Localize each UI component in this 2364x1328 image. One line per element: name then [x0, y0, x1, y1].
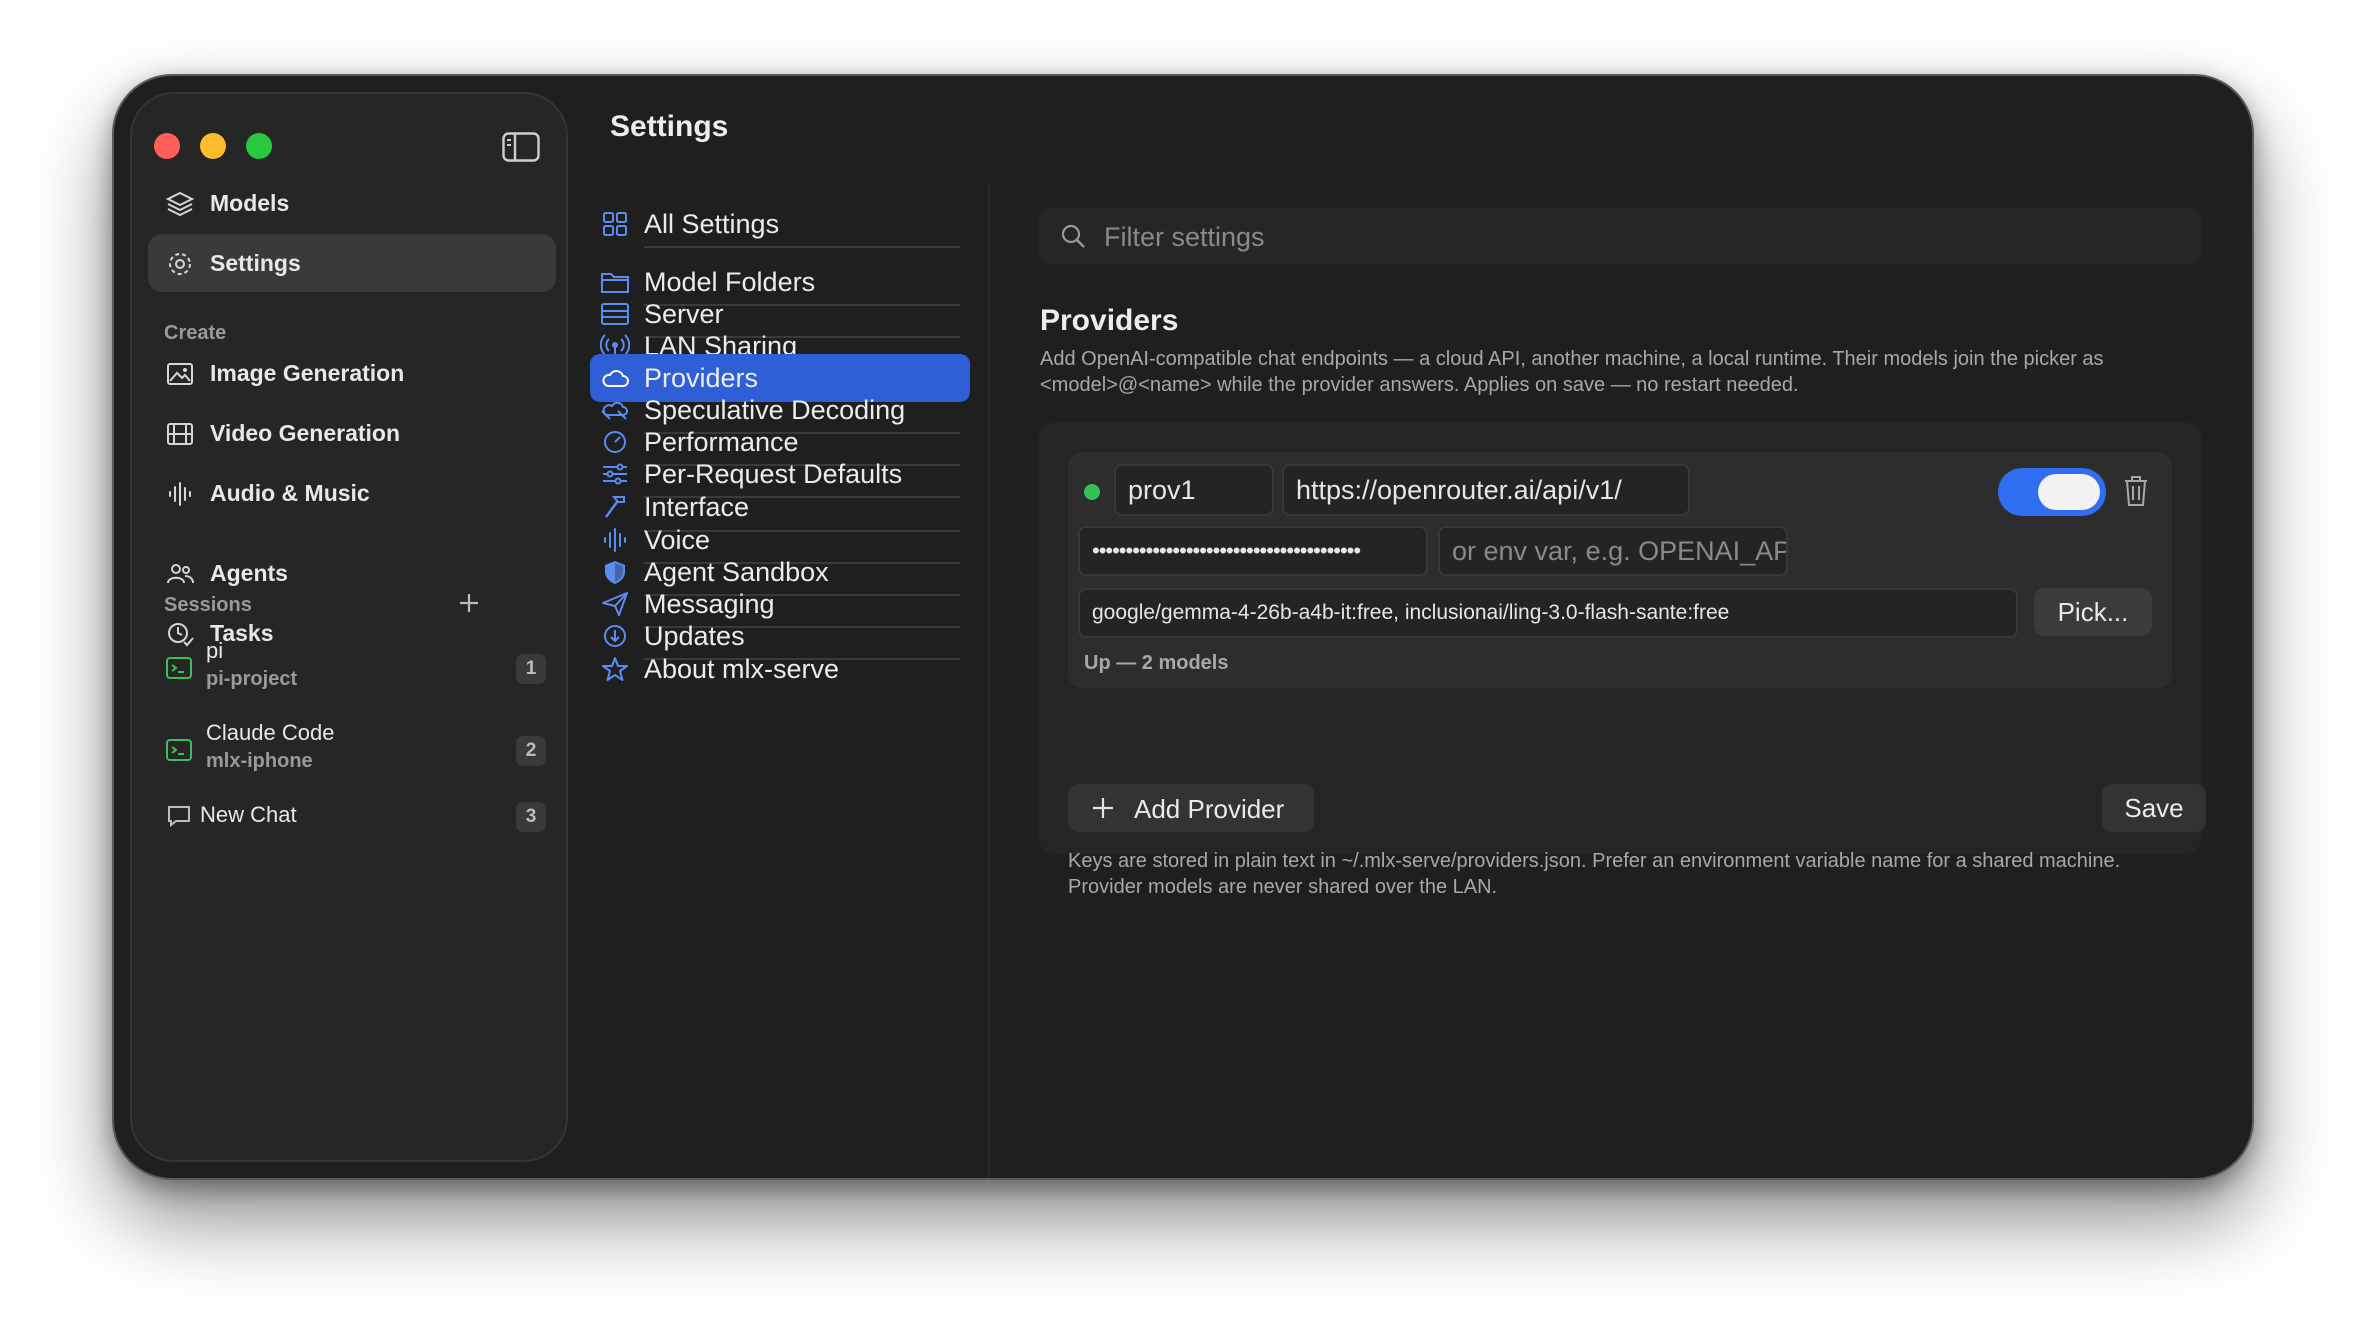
sidebar-item-image-generation[interactable]: Image Generation [148, 344, 556, 402]
search-icon [1061, 224, 1085, 248]
terminal-icon [166, 657, 192, 679]
create-heading: Create [164, 322, 227, 344]
session-title: pi [206, 638, 224, 663]
filter-placeholder: Filter settings [1104, 222, 1265, 252]
sidebar-item-settings[interactable]: Settings [148, 234, 556, 292]
nav-label: All Settings [644, 209, 780, 239]
zoom-window-button[interactable] [246, 133, 272, 159]
api-key-field[interactable]: •••••••••••••••••••••••••••••••••••••••• [1078, 526, 1428, 576]
session-item[interactable]: New Chat 3 [148, 786, 556, 846]
add-session-icon[interactable] [458, 592, 480, 614]
people-icon [167, 564, 194, 584]
status-dot [1084, 484, 1100, 500]
nav-label: About mlx-serve [644, 654, 840, 684]
trash-icon[interactable] [2122, 474, 2150, 508]
terminal-icon [166, 739, 192, 761]
grid-icon [603, 212, 627, 236]
sessions-heading: Sessions [164, 594, 252, 616]
session-item[interactable]: pi pi-project 1 [148, 634, 556, 704]
add-provider-button[interactable]: Add Provider [1068, 784, 1314, 832]
session-badge: 3 [516, 802, 546, 832]
filter-settings-input[interactable]: Filter settings [1038, 208, 2202, 264]
provider-enabled-toggle[interactable] [1998, 468, 2106, 516]
nav-about[interactable]: About mlx-serve [590, 645, 970, 693]
session-subtitle: mlx-iphone [206, 750, 313, 772]
nav-divider [644, 246, 960, 248]
sidebar-item-label: Agents [210, 559, 288, 586]
sidebar-item-label: Settings [210, 249, 301, 276]
providers-card: prov1 https://openrouter.ai/api/v1/ ••••… [1038, 422, 2206, 898]
env-var-field[interactable]: or env var, e.g. OPENAI_API_KEY [1438, 526, 1788, 576]
minimize-window-button[interactable] [200, 133, 226, 159]
session-title: Claude Code [206, 720, 335, 745]
sidebar-item-audio-music[interactable]: Audio & Music [148, 464, 556, 522]
waveform-icon [169, 482, 191, 506]
session-title: New Chat [200, 802, 297, 827]
providers-note: Keys are stored in plain text in ~/.mlx-… [1068, 850, 2121, 898]
layers-icon [166, 191, 194, 217]
sidebar-item-models[interactable]: Models [148, 174, 556, 232]
nav-all-settings[interactable]: All Settings [590, 200, 970, 248]
sidebar-toggle-icon[interactable] [502, 132, 540, 162]
provider-row: prov1 https://openrouter.ai/api/v1/ ••••… [1068, 452, 2172, 688]
session-badge: 2 [516, 736, 546, 766]
pick-models-button[interactable]: Pick... [2034, 588, 2152, 636]
chat-bubble-icon [168, 806, 190, 828]
sidebar-item-label: Models [210, 189, 290, 216]
plus-icon [1093, 798, 1113, 818]
provider-status: Up — 2 models [1084, 652, 1229, 674]
session-badge: 1 [516, 654, 546, 684]
settings-window: Models Settings Create Image Generation … [112, 74, 2254, 1180]
sidebar-item-label: Image Generation [210, 359, 405, 386]
section-title: Providers [1040, 304, 1179, 337]
column-divider [988, 184, 990, 1178]
save-button[interactable]: Save [2102, 784, 2206, 832]
toggle-knob [2038, 474, 2100, 510]
film-icon [167, 423, 193, 445]
page-title: Settings [610, 110, 729, 143]
session-subtitle: pi-project [206, 668, 298, 690]
close-window-button[interactable] [154, 133, 180, 159]
section-description: Add OpenAI-compatible chat endpoints — a… [1040, 348, 2104, 396]
sidebar-item-label: Audio & Music [210, 479, 370, 506]
provider-name-field[interactable]: prov1 [1114, 464, 1274, 516]
gear-icon [169, 253, 191, 275]
sidebar: Models Settings Create Image Generation … [130, 92, 568, 1162]
sidebar-item-label: Video Generation [210, 419, 401, 446]
models-field[interactable]: google/gemma-4-26b-a4b-it:free, inclusio… [1078, 588, 2018, 638]
sidebar-item-video-generation[interactable]: Video Generation [148, 404, 556, 462]
provider-url-field[interactable]: https://openrouter.ai/api/v1/ [1282, 464, 1690, 516]
session-item[interactable]: Claude Code mlx-iphone 2 [148, 716, 556, 786]
image-icon [167, 363, 193, 385]
star-icon [602, 657, 628, 681]
add-provider-label: Add Provider [1134, 794, 1285, 824]
